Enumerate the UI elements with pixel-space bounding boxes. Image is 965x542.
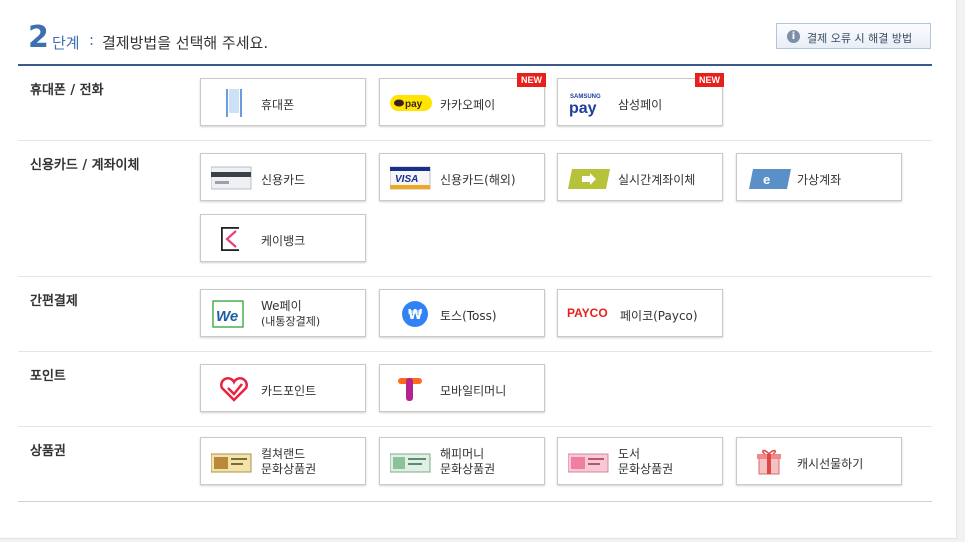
step-word: 단계 [52, 34, 80, 52]
row-voucher: 상품권 컬쳐랜드 문화상품권 해피머니 문화상품권 도서 문화상품권 캐시선물하… [18, 427, 932, 502]
happymoney-voucher-icon [390, 453, 431, 473]
pay-wepay-label-sub: (내통장결제) [261, 315, 321, 328]
row-card: 신용카드 / 계좌이체 신용카드 VISA 신용카드(해외) 실시간계좌이체 e… [18, 141, 932, 277]
pay-cultureland-label-1: 컬쳐랜드 [261, 447, 306, 461]
card-point-heart-icon [220, 377, 248, 402]
payment-error-help-button[interactable]: i 결제 오류 시 해결 방법 [776, 23, 931, 49]
pay-kbank-label: 케이뱅크 [261, 234, 306, 248]
pay-payco-label: 페이코(Payco) [620, 309, 698, 323]
row-point: 포인트 카드포인트 모바일티머니 [18, 352, 932, 427]
pay-mobile-button[interactable]: 휴대폰 [200, 78, 366, 126]
credit-card-icon [211, 166, 252, 190]
bank-transfer-icon [568, 169, 610, 189]
pay-card-point-label: 카드포인트 [261, 384, 317, 398]
gift-box-icon [757, 449, 781, 475]
info-icon: i [787, 30, 800, 43]
pay-cash-gift-label: 캐시선물하기 [797, 457, 864, 471]
visa-wordmark: VISA [395, 174, 418, 185]
pay-toss-button[interactable]: ₩ 토스(Toss) [379, 289, 545, 337]
samsung-pay-wordmark: pay [569, 100, 597, 117]
toss-won-symbol: ₩ [408, 308, 423, 323]
pay-book-voucher-label-1: 도서 [618, 447, 641, 461]
pay-happymoney-label: 해피머니 문화상품권 [440, 447, 495, 477]
pay-happymoney-label-2: 문화상품권 [440, 462, 496, 476]
pay-realtime-transfer-label: 실시간계좌이체 [618, 173, 696, 187]
mobile-phone-icon [226, 89, 242, 117]
pay-kbank-button[interactable]: 케이뱅크 [200, 214, 366, 262]
pay-payco-button[interactable]: PAYCO 페이코(Payco) [557, 289, 723, 337]
pay-mobile-tmoney-button[interactable]: 모바일티머니 [379, 364, 545, 412]
pay-mobile-tmoney-label: 모바일티머니 [440, 384, 507, 398]
wepay-wordmark: We [216, 308, 238, 325]
step-number: 2 [28, 20, 49, 55]
pay-overseas-card-button[interactable]: VISA 신용카드(해외) [379, 153, 545, 201]
pay-mobile-label: 휴대폰 [261, 98, 295, 112]
pay-samsungpay-button[interactable]: SAMSUNG pay 삼성페이 NEW [557, 73, 724, 126]
payco-logo-icon: PAYCO [567, 306, 608, 320]
pay-credit-card-button[interactable]: 신용카드 [200, 153, 366, 201]
pay-cultureland-label: 컬쳐랜드 문화상품권 [261, 447, 316, 477]
pay-credit-card-label: 신용카드 [261, 173, 306, 187]
new-badge: NEW [695, 73, 724, 87]
row-title-phone: 휴대폰 / 전화 [30, 83, 104, 98]
pay-book-voucher-button[interactable]: 도서 문화상품권 [557, 437, 723, 485]
pay-realtime-transfer-button[interactable]: 실시간계좌이체 [557, 153, 723, 201]
pay-kakaopay-label: 카카오페이 [440, 98, 496, 112]
samsung-pay-logo-icon: SAMSUNG pay [569, 94, 601, 117]
pay-virtual-account-button[interactable]: e 가상계좌 [736, 153, 902, 201]
pay-book-voucher-label-2: 문화상품권 [618, 462, 674, 476]
pay-kakaopay-button[interactable]: pay 카카오페이 NEW [379, 73, 546, 126]
row-title-easy-pay: 간편결제 [30, 294, 78, 309]
visa-card-icon: VISA [390, 166, 431, 190]
toss-logo-icon: ₩ [402, 301, 428, 327]
virtual-account-letter: e [763, 172, 770, 187]
cultureland-voucher-icon [211, 453, 252, 473]
pay-toss-label: 토스(Toss) [440, 309, 497, 323]
virtual-account-icon: e [749, 169, 791, 189]
help-button-label: 결제 오류 시 해결 방법 [807, 32, 913, 45]
row-easy-pay: 간편결제 We We페이 (내통장결제) ₩ 토스(Toss) PAYCO 페이… [18, 277, 932, 352]
row-phone: 휴대폰 / 전화 휴대폰 pay 카카오페이 NEW SAMSUNG pay 삼… [18, 66, 932, 141]
row-title-voucher: 상품권 [30, 444, 66, 459]
pay-happymoney-label-1: 해피머니 [440, 447, 485, 461]
pay-virtual-account-label: 가상계좌 [797, 173, 842, 187]
payment-panel: 2 단계 : 결제방법을 선택해 주세요. i 결제 오류 시 해결 방법 휴대… [0, 0, 957, 539]
wepay-logo-icon: We [212, 300, 244, 328]
pay-cultureland-label-2: 문화상품권 [261, 462, 317, 476]
pay-samsungpay-label: 삼성페이 [618, 98, 663, 112]
step-header: 2 단계 : 결제방법을 선택해 주세요. i 결제 오류 시 해결 방법 [18, 14, 932, 64]
book-voucher-icon [568, 453, 609, 473]
pay-book-voucher-label: 도서 문화상품권 [618, 447, 673, 477]
pay-cash-gift-button[interactable]: 캐시선물하기 [736, 437, 902, 485]
kakaopay-logo-text: pay [405, 99, 423, 110]
pay-wepay-label-main: We페이 [261, 299, 302, 313]
kakaopay-logo-icon: pay [390, 95, 432, 111]
pay-overseas-card-label: 신용카드(해외) [440, 173, 516, 187]
new-badge: NEW [517, 73, 546, 87]
row-title-card: 신용카드 / 계좌이체 [30, 158, 140, 173]
pay-cultureland-button[interactable]: 컬쳐랜드 문화상품권 [200, 437, 366, 485]
pay-card-point-button[interactable]: 카드포인트 [200, 364, 366, 412]
pay-wepay-button[interactable]: We We페이 (내통장결제) [200, 289, 366, 337]
step-title: 결제방법을 선택해 주세요. [102, 34, 269, 52]
step-colon: : [89, 31, 95, 49]
row-title-point: 포인트 [30, 369, 66, 384]
pay-happymoney-button[interactable]: 해피머니 문화상품권 [379, 437, 545, 485]
pay-wepay-label: We페이 (내통장결제) [261, 299, 320, 329]
tmoney-logo-icon [398, 378, 422, 401]
kbank-logo-icon [221, 227, 239, 251]
